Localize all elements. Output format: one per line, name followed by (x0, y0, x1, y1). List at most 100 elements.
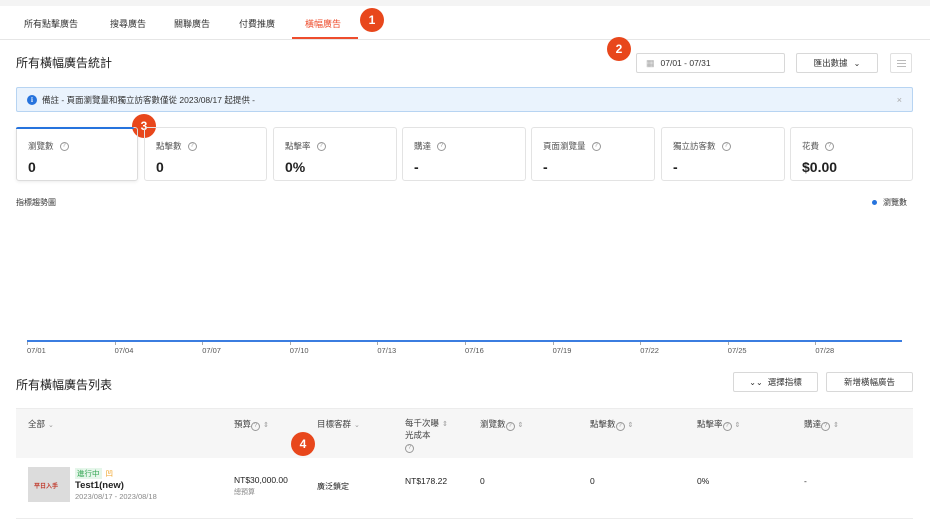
annotation-badge-4: 4 (291, 432, 315, 456)
metric-value: 0 (156, 159, 164, 175)
metric-card-clicks[interactable]: 點擊數? 0 (144, 127, 267, 181)
active-tab-indicator (292, 37, 358, 39)
column-header-reach[interactable]: 購達? ⇕ (804, 418, 839, 431)
trend-chart-title: 指標趨勢圖 (16, 198, 56, 207)
tab-search-ads[interactable]: 搜尋廣告 (110, 17, 146, 30)
help-icon[interactable]: ? (591, 141, 601, 151)
help-icon[interactable]: ? (615, 421, 625, 431)
x-tick-label: 07/07 (202, 346, 221, 355)
header-label: 點擊率 (697, 419, 723, 429)
x-tick-mark (552, 342, 554, 345)
header-label: 全部 (28, 419, 46, 429)
thumbnail-text: 平日入手 (34, 484, 59, 490)
metric-value: $0.00 (802, 159, 838, 175)
select-metrics-button[interactable]: ⌄⌄ 選擇指標 (733, 372, 818, 392)
active-metric-indicator (16, 127, 134, 129)
help-icon[interactable]: ? (825, 141, 835, 151)
x-tick-mark (815, 342, 817, 345)
reach-value: - (804, 476, 807, 486)
help-icon[interactable]: ? (505, 421, 515, 431)
x-tick-mark (27, 342, 28, 345)
ad-name[interactable]: Test1(new) (75, 480, 124, 491)
header-label: 購達 (804, 419, 822, 429)
help-icon[interactable]: ? (405, 443, 414, 453)
metric-card-unique-visitors[interactable]: 獨立訪客數? - (661, 127, 785, 181)
column-header-cpm[interactable]: 每千次曝 ⇕ 光成本? (405, 418, 448, 453)
metric-label: 頁面瀏覽量 (543, 141, 586, 151)
x-tick-label: 07/19 (552, 346, 572, 355)
impressions-value: 0 (480, 476, 485, 486)
metric-value: - (673, 159, 678, 175)
x-tick-label: 07/28 (815, 346, 835, 355)
help-icon[interactable]: ? (722, 421, 732, 431)
help-icon[interactable]: ? (437, 141, 447, 151)
metric-label: 花費 (802, 141, 820, 151)
header-label: 每千次曝 (405, 418, 440, 428)
info-icon: i (27, 94, 37, 105)
help-icon[interactable]: ? (59, 141, 69, 151)
metric-label: 獨立訪客數 (673, 141, 716, 151)
chevron-down-icon: ⌄ (354, 422, 360, 429)
metric-value: - (414, 159, 419, 175)
metric-card-spend[interactable]: 花費? $0.00 (790, 127, 913, 181)
column-header-target[interactable]: 目標客群 ⌄ (317, 418, 360, 430)
help-icon[interactable]: ? (821, 421, 831, 431)
menu-icon-bar (896, 65, 906, 67)
column-header-impressions[interactable]: 瀏覽數? ⇕ (480, 418, 523, 431)
metric-card-impressions[interactable]: 瀏覽數? 0 (16, 127, 138, 181)
x-tick-label: 07/22 (640, 346, 659, 355)
cpm-value: NT$178.22 (405, 476, 448, 486)
table-header (16, 408, 913, 458)
menu-icon-bar (896, 62, 906, 64)
export-data-button[interactable]: 匯出數據 ⌄ (796, 53, 878, 73)
calendar-icon: ▦ (646, 57, 655, 68)
column-header-ctr[interactable]: 點擊率? ⇕ (697, 418, 740, 431)
x-tick-label: 07/04 (114, 346, 134, 355)
x-tick-mark (377, 342, 379, 345)
notice-text: 備註 - 頁面瀏覽量和獨立訪客數僅從 2023/08/17 起提供 - (42, 94, 256, 105)
tab-paid-promotion[interactable]: 付費推廣 (239, 17, 275, 30)
metric-value: 0 (28, 159, 36, 175)
metric-label: 點擊數 (156, 141, 182, 151)
double-chevron-down-icon: ⌄⌄ (749, 377, 763, 387)
ad-thumbnail[interactable]: 平日入手 (28, 467, 70, 502)
add-banner-ad-button[interactable]: 新增橫幅廣告 (826, 372, 913, 392)
x-tick-label: 07/01 (27, 346, 46, 355)
column-header-clicks[interactable]: 點擊數? ⇕ (590, 418, 633, 431)
metric-label: 購達 (414, 141, 432, 151)
date-range-picker[interactable]: ▦ 07/01 - 07/31 (636, 53, 785, 73)
tab-discovery-ads[interactable]: 關聯廣告 (174, 17, 210, 30)
menu-icon-bar (896, 59, 906, 61)
help-icon[interactable]: ? (316, 141, 326, 151)
metric-card-page-views[interactable]: 頁面瀏覽量? - (531, 127, 655, 181)
x-tick-mark (114, 342, 116, 345)
tab-banner-ads[interactable]: 橫幅廣告 (305, 17, 341, 30)
help-icon[interactable]: ? (187, 141, 197, 151)
help-icon[interactable]: ? (721, 141, 731, 151)
metric-card-reach[interactable]: 購達? - (402, 127, 526, 181)
legend-dot (872, 200, 877, 205)
table-row[interactable] (16, 458, 913, 519)
column-header-budget[interactable]: 預算? ⇕ (234, 418, 269, 431)
column-header-all[interactable]: 全部 ⌄ (28, 418, 54, 430)
stats-section-title: 所有橫幅廣告統計 (16, 56, 113, 70)
metric-label: 瀏覽數 (28, 141, 54, 151)
x-tick-label: 07/13 (377, 346, 397, 355)
x-tick-mark (202, 342, 204, 345)
close-icon[interactable]: × (897, 95, 902, 105)
ad-status: 進行中 凹 (75, 468, 113, 479)
status-badge-secondary: 凹 (105, 469, 114, 478)
help-icon[interactable]: ? (251, 421, 261, 431)
more-menu-button[interactable] (890, 53, 912, 73)
metric-card-ctr[interactable]: 點擊率? 0% (273, 127, 397, 181)
target-audience: 廣泛鎖定 (317, 482, 349, 491)
sort-icon: ⇕ (263, 422, 269, 429)
x-tick-label: 07/25 (727, 346, 747, 355)
chart-legend[interactable]: 瀏覽數 (872, 197, 907, 208)
header-label: 光成本 (405, 430, 431, 440)
tab-all-click-ads[interactable]: 所有點擊廣告 (24, 17, 78, 30)
chevron-down-icon: ⌄ (48, 422, 54, 429)
clicks-value: 0 (590, 476, 595, 486)
metric-label: 點擊率 (285, 141, 311, 151)
x-tick-mark (465, 342, 466, 345)
